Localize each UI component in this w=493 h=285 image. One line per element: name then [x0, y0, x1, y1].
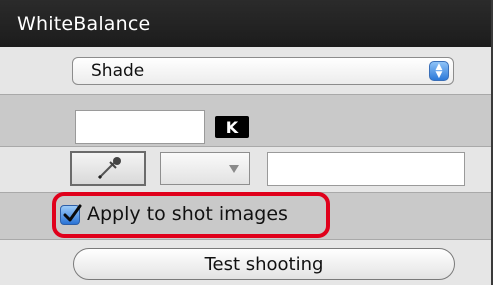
eyedropper-button[interactable] — [70, 151, 146, 186]
white-balance-select-value: Shade — [91, 61, 145, 81]
eyedropper-icon — [97, 157, 121, 180]
test-shooting-button[interactable]: Test shooting — [73, 248, 455, 280]
chevron-down-icon — [229, 165, 239, 173]
apply-checkbox[interactable] — [60, 204, 82, 225]
panel-titlebar: WhiteBalance — [0, 0, 491, 47]
white-balance-select[interactable]: Shade ▲ ▼ — [72, 57, 454, 85]
preset-dropdown[interactable] — [160, 152, 250, 185]
up-down-arrows-icon: ▲ ▼ — [429, 61, 449, 81]
panel-title: WhiteBalance — [17, 12, 151, 35]
kelvin-input[interactable] — [75, 110, 205, 144]
checkmark-icon — [63, 204, 82, 222]
white-balance-panel: WhiteBalance Shade ▲ ▼ K Apply to shot im — [0, 0, 493, 285]
value-field[interactable] — [267, 152, 465, 186]
kelvin-unit-badge: K — [215, 116, 249, 138]
apply-checkbox-label[interactable]: Apply to shot images — [87, 203, 288, 225]
